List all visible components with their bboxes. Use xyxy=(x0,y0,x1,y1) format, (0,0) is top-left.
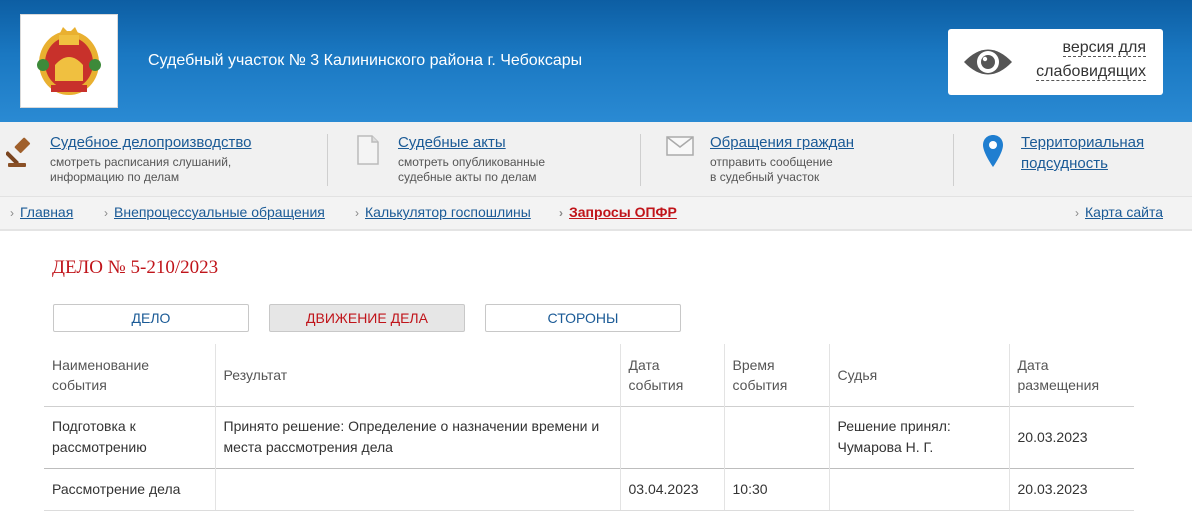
column-header: Дата размещения xyxy=(1008,344,1134,406)
service-desc: отправить сообщение xyxy=(710,155,833,169)
service-desc: в судебный участок xyxy=(710,170,820,184)
case-movement-table: Наименование события Результат Дата событи… xyxy=(44,344,1134,511)
result-cell xyxy=(214,467,620,511)
service-jurisdiction[interactable]: Территориальная подсудность xyxy=(1021,132,1144,174)
judge-cell xyxy=(828,467,1009,511)
map-pin-icon xyxy=(983,135,1003,167)
column-header: Судья xyxy=(828,344,1009,406)
divider xyxy=(640,134,641,186)
judge-cell: Решение принял: Чумарова Н. Г. xyxy=(828,405,1009,468)
case-title: ДЕЛО № 5-210/2023 xyxy=(52,257,219,278)
column-header: Наименование события xyxy=(52,356,150,393)
nav-fee-calculator-link[interactable]: › Калькулятор госпошлины xyxy=(355,204,531,220)
table-row: Рассмотрение дела 03.04.2023 10:30 20.03… xyxy=(44,467,1134,511)
nav-extra-procedural-link[interactable]: › Внепроцессуальные обращения xyxy=(104,204,325,220)
breadcrumb-nav: › Главная › Внепроцессуальные обращения › К… xyxy=(0,197,1192,231)
service-desc: смотреть опубликованные xyxy=(398,155,546,169)
nav-home-link[interactable]: › Главная xyxy=(10,204,73,220)
column-header: Дата события xyxy=(619,344,724,406)
posted-date-cell: 20.03.2023 xyxy=(1008,467,1134,511)
tab-case[interactable]: ДЕЛО xyxy=(53,304,249,332)
nav-opfr-requests-link[interactable]: › Запросы ОПФР xyxy=(559,204,677,220)
posted-date-cell: 20.03.2023 xyxy=(1008,405,1134,468)
site-title: Судебный участок № 3 Калининского района… xyxy=(148,52,583,69)
service-title[interactable]: Территориальная xyxy=(1021,132,1144,153)
chevron-right-icon: › xyxy=(10,206,14,220)
service-title[interactable]: Судебные акты xyxy=(398,132,545,153)
chevron-right-icon: › xyxy=(104,206,108,220)
event-time-cell xyxy=(723,405,829,468)
divider xyxy=(327,134,328,186)
table-header-row: Наименование события Результат Дата событи… xyxy=(44,344,1134,406)
event-name-cell: Рассмотрение дела xyxy=(44,467,215,511)
service-court-proceedings[interactable]: Судебное делопроизводство смотреть распи… xyxy=(50,132,252,185)
divider xyxy=(953,134,954,186)
tab-parties[interactable]: СТОРОНЫ xyxy=(485,304,681,332)
emblem-icon xyxy=(37,27,101,95)
service-court-acts[interactable]: Судебные акты смотреть опубликованные суд… xyxy=(398,132,545,185)
coat-of-arms-logo[interactable] xyxy=(20,14,118,108)
result-cell: Принято решение: Определение о назначени… xyxy=(214,405,620,468)
event-time-cell: 10:30 xyxy=(723,467,829,511)
vision-label-line1: версия для xyxy=(1062,39,1146,57)
service-desc: смотреть расписания слушаний, xyxy=(50,155,232,169)
chevron-right-icon: › xyxy=(355,206,359,220)
column-header: Время события xyxy=(723,344,829,406)
nav-sitemap-link[interactable]: › Карта сайта xyxy=(1075,204,1163,220)
services-bar: Судебное делопроизводство смотреть распи… xyxy=(0,122,1192,197)
accessibility-version-button[interactable]: версия для слабовидящих xyxy=(948,29,1163,95)
document-icon xyxy=(357,135,379,165)
service-citizen-appeals[interactable]: Обращения граждан отправить сообщение в с… xyxy=(710,132,854,185)
gavel-icon xyxy=(6,137,31,167)
service-desc: судебные акты по делам xyxy=(398,170,537,184)
column-header: Результат xyxy=(214,344,620,406)
vision-label-line2: слабовидящих xyxy=(1036,63,1146,81)
chevron-right-icon: › xyxy=(1075,206,1079,220)
service-title[interactable]: Судебное делопроизводство xyxy=(50,132,252,153)
chevron-right-icon: › xyxy=(559,206,563,220)
event-date-cell: 03.04.2023 xyxy=(619,467,724,511)
event-name-cell: Подготовка к рассмотрению xyxy=(44,405,215,468)
tab-case-movement[interactable]: ДВИЖЕНИЕ ДЕЛА xyxy=(269,304,465,332)
table-row: Подготовка к рассмотрению Принято решение… xyxy=(44,405,1134,468)
site-header: Судебный участок № 3 Калининского района… xyxy=(0,0,1192,122)
service-title[interactable]: подсудность xyxy=(1021,153,1144,174)
service-desc: информацию по делам xyxy=(50,170,180,184)
service-title[interactable]: Обращения граждан xyxy=(710,132,854,153)
event-date-cell xyxy=(619,405,724,468)
envelope-icon xyxy=(666,136,694,156)
eye-icon xyxy=(964,49,1012,75)
